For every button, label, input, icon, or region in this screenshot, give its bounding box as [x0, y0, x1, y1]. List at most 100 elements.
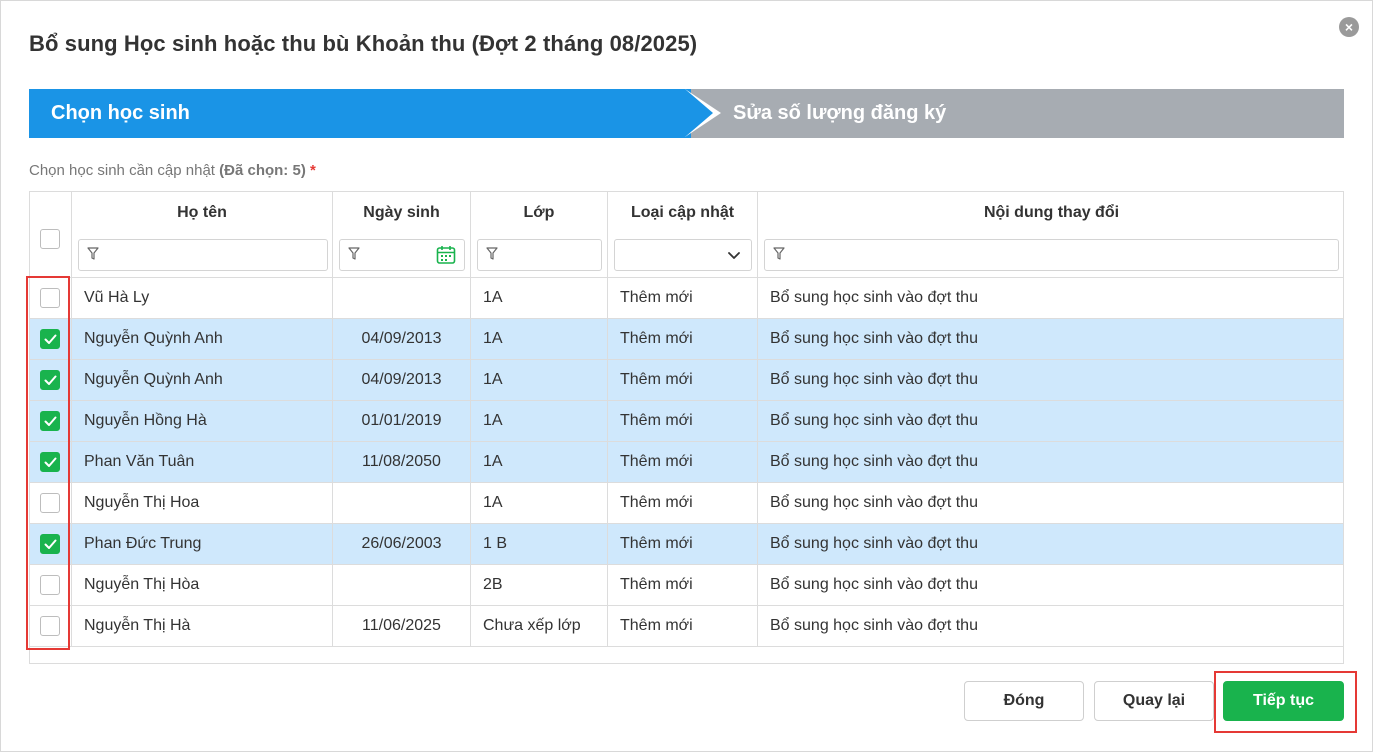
cell-update-type: Thêm mới	[608, 401, 758, 441]
cell-change-content: Bổ sung học sinh vào đợt thu	[770, 535, 978, 552]
row-checkbox[interactable]	[40, 493, 60, 513]
dialog: Bổ sung Học sinh hoặc thu bù Khoản thu (…	[0, 0, 1373, 752]
cell-name: Nguyễn Thị Hòa	[72, 565, 333, 605]
step-label: Chọn học sinh	[51, 102, 190, 124]
header-select-all-cell	[30, 192, 72, 278]
chevron-down-icon	[728, 252, 740, 259]
table-row[interactable]: Nguyễn Quỳnh Anh 04/09/2013 1A Thêm mới Bổ s…	[30, 319, 1343, 360]
table-row[interactable]: Phan Văn Tuân 11/08/2050 1A Thêm mới Bổ sung…	[30, 442, 1343, 483]
header-dob: Ngày sinh	[333, 192, 471, 278]
cell-dob: 11/08/2050	[333, 442, 471, 482]
selection-info: Chọn học sinh cần cập nhật (Đã chọn: 5) …	[29, 162, 316, 179]
cell-class: 1A	[471, 319, 608, 359]
check-icon	[44, 375, 57, 385]
select-all-checkbox[interactable]	[40, 229, 60, 249]
column-header: Ngày sinh	[363, 204, 440, 221]
cell-class: 1 B	[471, 524, 608, 564]
header-update-type: Loại cập nhật	[608, 192, 758, 278]
stepper: Chọn học sinh Sửa số lượng đăng ký	[29, 89, 1344, 138]
row-checkbox[interactable]	[40, 616, 60, 636]
cell-dob: 04/09/2013	[333, 319, 471, 359]
step-choose-students[interactable]: Chọn học sinh	[29, 89, 713, 138]
cell-dob: 01/01/2019	[333, 401, 471, 441]
selection-prompt: Chọn học sinh cần cập nhật	[29, 162, 215, 179]
table-row[interactable]: Nguyễn Hồng Hà 01/01/2019 1A Thêm mới Bổ sun…	[30, 401, 1343, 442]
row-checkbox[interactable]	[40, 452, 60, 472]
column-header: Họ tên	[177, 204, 227, 221]
cell-update-type: Thêm mới	[608, 360, 758, 400]
header-class: Lớp	[471, 192, 608, 278]
row-checkbox[interactable]	[40, 288, 60, 308]
selection-count: (Đã chọn: 5)	[219, 162, 306, 179]
column-header: Lớp	[523, 204, 555, 221]
cell-change-content: Bổ sung học sinh vào đợt thu	[770, 412, 978, 429]
filter-icon	[87, 247, 99, 260]
row-checkbox[interactable]	[40, 411, 60, 431]
dob-filter-input[interactable]	[339, 239, 465, 271]
next-button[interactable]: Tiếp tục	[1223, 681, 1344, 721]
name-filter-input[interactable]	[78, 239, 328, 271]
table-row[interactable]: Nguyễn Thị Hoa 1A Thêm mới Bổ sung học sinh…	[30, 483, 1343, 524]
cell-name: Nguyễn Quỳnh Anh	[72, 360, 333, 400]
cell-name: Nguyễn Quỳnh Anh	[72, 319, 333, 359]
filter-icon	[348, 247, 360, 260]
cell-dob: 11/06/2025	[333, 606, 471, 646]
back-button[interactable]: Quay lại	[1094, 681, 1214, 721]
step-edit-quantity[interactable]: Sửa số lượng đăng ký	[691, 89, 1344, 138]
column-header: Loại cập nhật	[630, 204, 735, 221]
row-checkbox[interactable]	[40, 329, 60, 349]
column-header: Nội dung thay đổi	[983, 204, 1120, 221]
cell-dob	[333, 565, 471, 605]
row-checkbox[interactable]	[40, 534, 60, 554]
cell-name: Phan Văn Tuân	[72, 442, 333, 482]
cell-update-type: Thêm mới	[608, 442, 758, 482]
step-label: Sửa số lượng đăng ký	[733, 102, 947, 124]
table-row[interactable]: Phan Đức Trung 26/06/2003 1 B Thêm mới Bổ su…	[30, 524, 1343, 565]
cell-select	[30, 483, 72, 523]
table-row[interactable]: Nguyễn Quỳnh Anh 04/09/2013 1A Thêm mới Bổ s…	[30, 360, 1343, 401]
filter-icon	[486, 247, 498, 260]
calendar-icon[interactable]	[436, 245, 456, 265]
cell-class: 1A	[471, 483, 608, 523]
row-checkbox[interactable]	[40, 575, 60, 595]
cell-update-type: Thêm mới	[608, 319, 758, 359]
cell-name: Nguyễn Thị Hoa	[72, 483, 333, 523]
close-button[interactable]: Đóng	[964, 681, 1084, 721]
table-row[interactable]: Nguyễn Thị Hà 11/06/2025 Chưa xếp lớp Thêm …	[30, 606, 1343, 647]
table-row[interactable]: Nguyễn Thị Hòa 2B Thêm mới Bổ sung học sinh…	[30, 565, 1343, 606]
cell-dob: 26/06/2003	[333, 524, 471, 564]
table-header: Họ tên Ngày sinh Lớp Loại cập nhật Nội d…	[30, 192, 1343, 278]
cell-name: Nguyễn Hồng Hà	[72, 401, 333, 441]
cell-dob: 04/09/2013	[333, 360, 471, 400]
cell-change-content: Bổ sung học sinh vào đợt thu	[770, 289, 978, 306]
cell-dob	[333, 483, 471, 523]
header-name: Họ tên	[72, 192, 333, 278]
cell-change-content: Bổ sung học sinh vào đợt thu	[770, 617, 978, 634]
check-icon	[44, 457, 57, 467]
content-filter-input[interactable]	[764, 239, 1339, 271]
row-checkbox[interactable]	[40, 370, 60, 390]
cell-select	[30, 606, 72, 646]
update-type-filter-select[interactable]	[614, 239, 752, 271]
class-filter-input[interactable]	[477, 239, 602, 271]
cell-change-content: Bổ sung học sinh vào đợt thu	[770, 494, 978, 511]
cell-change-content: Bổ sung học sinh vào đợt thu	[770, 371, 978, 388]
cell-update-type: Thêm mới	[608, 565, 758, 605]
cell-class: 1A	[471, 278, 608, 318]
check-icon	[44, 334, 57, 344]
cell-update-type: Thêm mới	[608, 524, 758, 564]
cell-update-type: Thêm mới	[608, 606, 758, 646]
cell-update-type: Thêm mới	[608, 278, 758, 318]
header-change-content: Nội dung thay đổi	[758, 192, 1343, 278]
check-icon	[44, 416, 57, 426]
cell-select	[30, 442, 72, 482]
cell-change-content: Bổ sung học sinh vào đợt thu	[770, 576, 978, 593]
cell-class: 1A	[471, 401, 608, 441]
check-icon	[44, 539, 57, 549]
filter-icon	[773, 247, 785, 260]
close-icon[interactable]: ×	[1339, 17, 1359, 37]
cell-class: 1A	[471, 442, 608, 482]
table-row[interactable]: Vũ Hà Ly 1A Thêm mới Bổ sung học sinh vào đ…	[30, 278, 1343, 319]
cell-select	[30, 360, 72, 400]
cell-select	[30, 319, 72, 359]
